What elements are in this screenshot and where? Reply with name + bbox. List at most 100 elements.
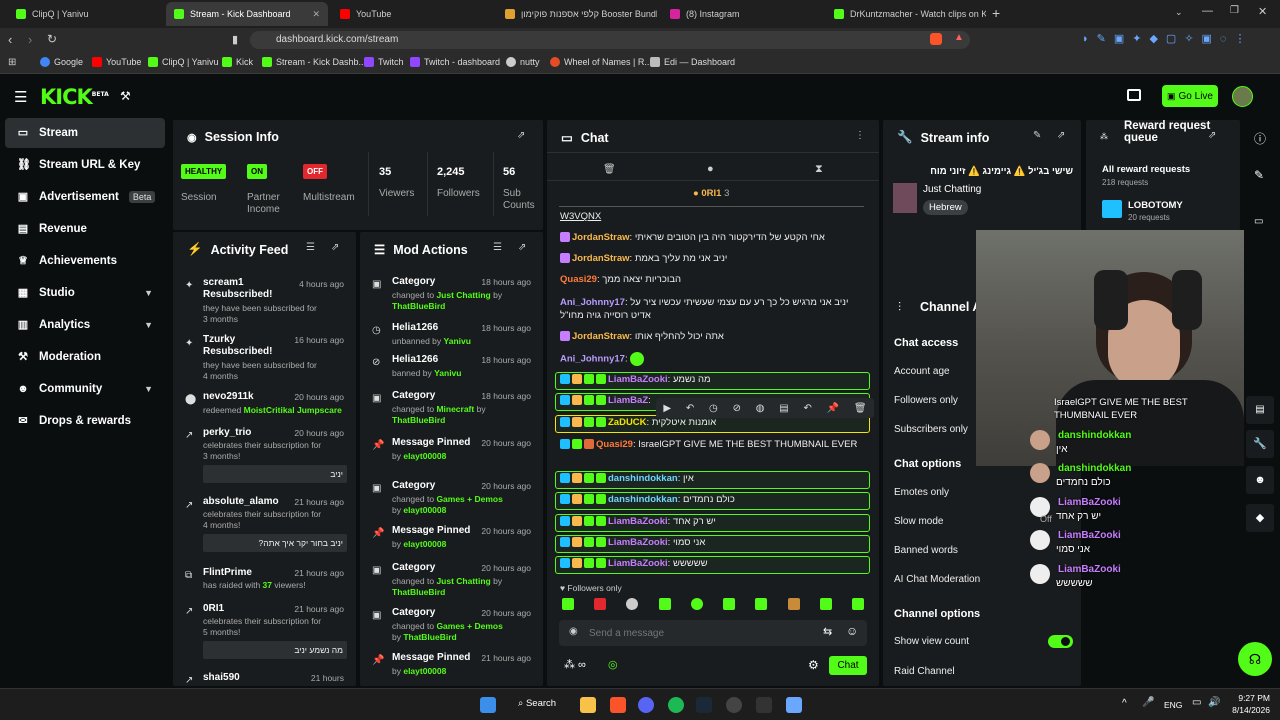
chat-message[interactable]: JordanStraw: אחי הקטע של הדירקטור היה בי… (560, 232, 870, 243)
hourglass-icon[interactable]: ⧗ (815, 163, 823, 176)
clock[interactable]: 9:27 PM 8/14/2026 (1226, 692, 1270, 716)
avatar[interactable] (1232, 86, 1253, 107)
chat-message[interactable]: JordanStraw: יניב אני מת עליך באמת (560, 253, 870, 264)
popout-icon[interactable]: ⇗ (1208, 130, 1216, 141)
copy-icon[interactable]: ▤ (779, 403, 788, 414)
kick-points-icon[interactable]: ◎ (608, 658, 618, 671)
sidebar-item-revenue[interactable]: ▤ Revenue (5, 214, 165, 244)
chat-message[interactable]: JordanStraw: אתה יכול להחליף אותו (560, 331, 870, 342)
chat-username[interactable]: Quasi29 (596, 439, 633, 450)
translate-icon[interactable]: ⇆ (823, 625, 832, 638)
tab-youtube[interactable]: YouTube (332, 4, 492, 24)
emote-icon[interactable] (658, 598, 671, 610)
desc-user[interactable]: elayt00008 (403, 539, 446, 549)
discord-icon[interactable] (638, 697, 654, 713)
desc-user[interactable]: ThatBlueBird (392, 415, 445, 425)
chat-message[interactable]: danshindokkan: כולם נחמדים (560, 494, 870, 505)
vscode-icon[interactable] (786, 697, 802, 713)
back-icon[interactable]: ‹ (8, 32, 12, 47)
emote-icon[interactable] (562, 598, 574, 610)
emotes-only-setting[interactable]: Emotes only (894, 487, 949, 498)
sidebar-item-community[interactable]: ☻ Community ▼ (5, 374, 165, 404)
chat-username[interactable]: Ani_Johnny17 (560, 297, 625, 308)
tray-up-icon[interactable]: ^ (1122, 698, 1127, 709)
emote-icon[interactable] (787, 598, 800, 610)
tab-kick-dashboard[interactable]: Stream - Kick Dashboard ✕ (166, 2, 328, 26)
panel-toggle-icon[interactable]: ▭ (1254, 216, 1263, 227)
sidebar-item-achievements[interactable]: ♕ Achievements (5, 246, 165, 276)
sidebar-item-drops[interactable]: ✉ Drops & rewards (5, 406, 165, 436)
emote-icon[interactable] (594, 598, 607, 610)
studio-icon[interactable] (1127, 89, 1141, 101)
close-icon[interactable]: ✕ (312, 9, 320, 20)
window-close-icon[interactable]: ✕ (1258, 5, 1267, 18)
rewards-icon[interactable]: ▲ (954, 32, 964, 43)
volume-icon[interactable]: 🔊 (1208, 697, 1220, 708)
user-badges-icon[interactable]: ⁂ ∞ (564, 658, 586, 671)
emote-icon[interactable] (851, 598, 864, 610)
go-live-button[interactable]: ▣ Go Live (1162, 85, 1218, 107)
taskbar-search[interactable]: ⌕ Search (518, 698, 556, 709)
microphone-icon[interactable]: 🎤 (1142, 697, 1154, 708)
apps-grid-icon[interactable]: ⊞ (8, 57, 16, 68)
chat-message[interactable]: LiamBaZooki: ששששש (560, 558, 870, 569)
language-indicator[interactable]: ENG (1164, 700, 1182, 710)
chat-send-button[interactable]: Chat (829, 656, 867, 675)
chat-message[interactable]: LiamBaZooki: יש רק אחד (560, 516, 870, 527)
chat-username[interactable]: Ani_Johnny17 (560, 354, 625, 365)
emote-icon[interactable] (723, 598, 736, 610)
emote-icon[interactable] (755, 598, 768, 610)
reward-item-name[interactable]: LOBOTOMY (1128, 200, 1183, 211)
bookmark-kick[interactable]: Kick (222, 57, 253, 67)
chat-username[interactable]: LiamBaZ (608, 395, 648, 406)
desc-user[interactable]: ThatBlueBird (392, 587, 445, 597)
emote-icon[interactable] (690, 598, 703, 610)
info-icon[interactable]: ⓘ (1254, 130, 1266, 147)
kick-logo[interactable]: KICKBETA (40, 85, 109, 109)
pinned-indicator[interactable]: ● 0RI1 3 (693, 188, 729, 199)
spotify-icon[interactable] (668, 697, 684, 713)
sidebar-item-analytics[interactable]: ▥ Analytics ▼ (5, 310, 165, 340)
chat-username[interactable]: JordanStraw (572, 331, 630, 342)
sidebar-item-stream[interactable]: ▭ Stream (5, 118, 165, 148)
sidebar-item-stream-url[interactable]: ⛓ Stream URL & Key (5, 150, 165, 180)
file-explorer-icon[interactable] (580, 697, 596, 713)
chat-mode-icon[interactable]: ● (707, 163, 714, 175)
extensions-icons[interactable]: ◗✎▣✦◆▢✧▣◌⋮ (1082, 32, 1253, 45)
app-icon[interactable] (756, 697, 772, 713)
desc-user[interactable]: ThatBlueBird (392, 301, 445, 311)
account-age-setting[interactable]: Account age (894, 366, 950, 377)
bookmark-youtube[interactable]: YouTube (92, 57, 141, 67)
filter-icon[interactable]: ☰ (493, 242, 502, 253)
tab-drkuntz[interactable]: DrKuntzmacher - Watch clips on Kick (826, 4, 986, 24)
drops-button[interactable]: ◆ (1246, 504, 1274, 532)
chat-username[interactable]: JordanStraw (572, 232, 630, 243)
chat-message[interactable]: Quasi29: IsraelGPT GIVE ME THE BEST THUM… (560, 438, 870, 451)
undo-icon[interactable]: ↶ (686, 403, 694, 414)
bookmark-wheel[interactable]: Wheel of Names | R... (550, 57, 652, 67)
start-windows-icon[interactable] (480, 697, 496, 713)
desc-user[interactable]: Yanivu (434, 368, 461, 378)
chat-message[interactable]: W3VQNX (560, 211, 870, 222)
chat-username[interactable]: danshindokkan (608, 473, 678, 484)
emote-icon[interactable] (819, 598, 832, 610)
show-view-count-setting[interactable]: Show view count (894, 636, 969, 647)
tab-clipq[interactable]: ClipQ | Yanivu (8, 4, 168, 24)
settings-gear-icon[interactable]: ⚙ (808, 658, 819, 672)
hammer-icon[interactable]: ⚒ (120, 89, 131, 103)
chat-username[interactable]: LiamBaZooki (608, 374, 668, 385)
chat-username[interactable]: ZaDUCK (608, 417, 647, 428)
pin-icon[interactable]: 📌 (827, 403, 839, 414)
chat-username[interactable]: JordanStraw (572, 253, 630, 264)
steam-icon[interactable] (696, 697, 712, 713)
ai-moderation-setting[interactable]: AI Chat Moderation (894, 574, 980, 585)
bookmark-edi[interactable]: Edi — Dashboard (650, 57, 735, 67)
emote-icon[interactable] (626, 598, 639, 610)
popout-icon[interactable]: ⇗ (518, 242, 526, 253)
bookmark-clipq[interactable]: ClipQ | Yanivu (148, 57, 219, 67)
popout-icon[interactable]: ⇗ (517, 130, 525, 141)
clock-icon[interactable]: ◷ (709, 403, 718, 414)
chat-message[interactable]: Ani_Johnny17: יניב אני מרגיש כל כך רע עם… (560, 296, 870, 322)
followers-only-setting[interactable]: Followers only (894, 395, 958, 406)
bookmark-google[interactable]: Google (40, 57, 83, 67)
